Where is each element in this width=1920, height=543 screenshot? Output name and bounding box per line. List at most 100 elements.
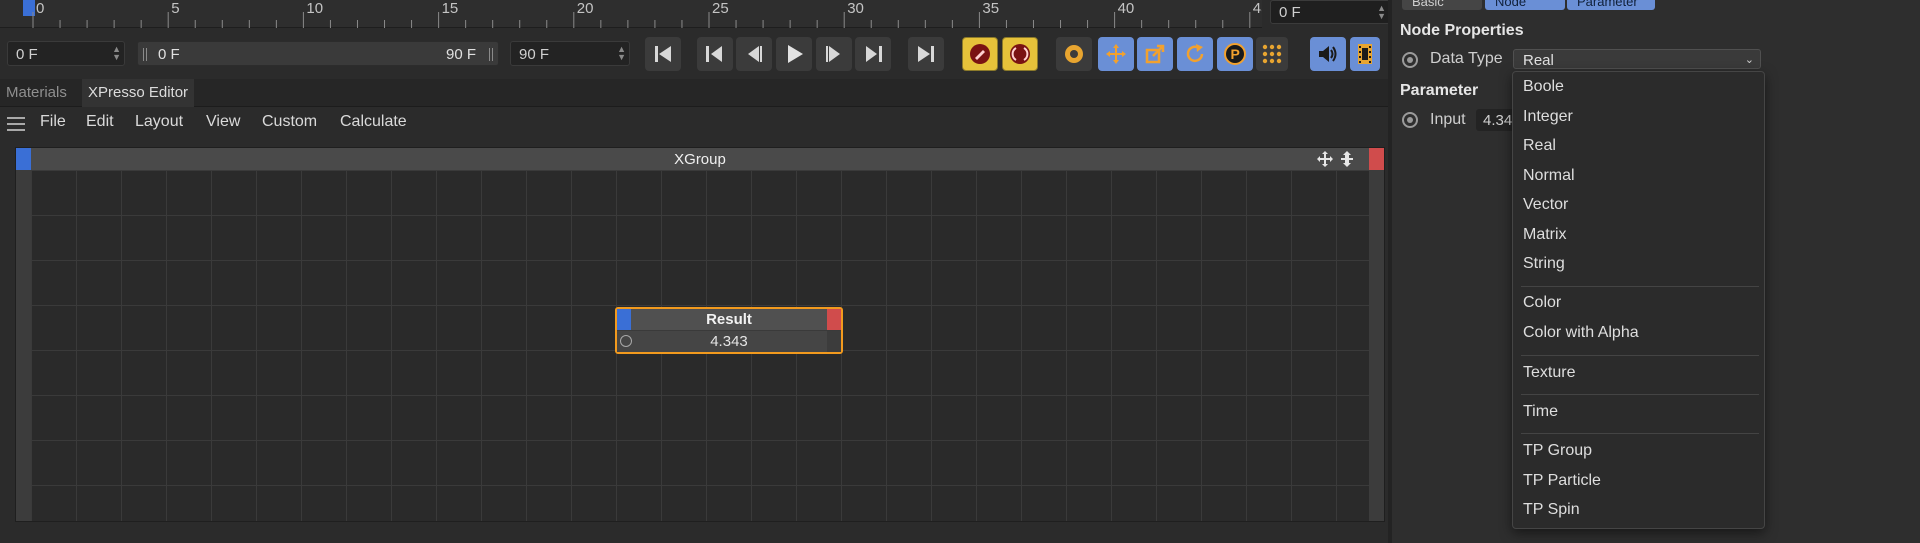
play-icon (788, 45, 803, 63)
option-boole[interactable]: Boole (1523, 78, 1564, 96)
menu-view[interactable]: View (206, 113, 240, 131)
menu-calculate[interactable]: Calculate (340, 113, 407, 131)
tab-materials[interactable]: Materials (0, 79, 73, 107)
dropdown-separator (1521, 394, 1759, 395)
tab-label: Materials (6, 84, 67, 101)
rotate-icon (1186, 44, 1204, 63)
play-button[interactable] (776, 37, 812, 71)
option-vector[interactable]: Vector (1523, 196, 1568, 214)
sound-button[interactable] (1310, 37, 1346, 71)
option-integer[interactable]: Integer (1523, 108, 1573, 126)
key-point-level-button[interactable] (1256, 37, 1288, 71)
key-rotation-button[interactable] (1177, 37, 1213, 71)
node-output-port[interactable] (827, 309, 841, 330)
input-animate-icon[interactable] (1402, 112, 1418, 128)
option-color[interactable]: Color (1523, 294, 1561, 312)
tab-parameter[interactable]: Parameter (1567, 0, 1655, 10)
ruler-tick-label: 20 (577, 0, 594, 17)
data-type-animate-icon[interactable] (1402, 52, 1418, 68)
xgroup-output-port[interactable] (1369, 148, 1384, 170)
node-properties-heading: Node Properties (1400, 22, 1524, 39)
range-start-value: 0 F (158, 46, 180, 63)
ruler-tick-label: 35 (982, 0, 999, 17)
current-frame-field[interactable]: 0 F ▲ ▼ (7, 41, 125, 66)
film-strip-icon (1358, 44, 1372, 64)
menu-edit[interactable]: Edit (86, 113, 114, 131)
ruler-tick-label: 10 (306, 0, 323, 17)
ruler-tick-label: 15 (442, 0, 459, 17)
range-end-handle[interactable] (489, 48, 493, 61)
keyframe-settings-button[interactable] (1056, 37, 1092, 71)
stepper-icon[interactable]: ▲ ▼ (112, 45, 121, 62)
xgroup-header[interactable]: XGroup (16, 148, 1384, 170)
autokey-icon (1010, 44, 1030, 64)
menu-file[interactable]: File (40, 113, 66, 131)
data-type-value: Real (1523, 52, 1554, 69)
key-parameter-button[interactable]: P (1217, 37, 1253, 71)
parameter-p-icon: P (1224, 43, 1246, 65)
result-node[interactable]: Result 4.343 (615, 307, 843, 354)
ruler-ticks: 051015202530354045505560657075808590 (23, 0, 1262, 28)
result-node-value: 4.343 (710, 333, 748, 350)
input-value-field[interactable]: 4.343 (1476, 109, 1516, 131)
dots-grid-icon (1262, 44, 1282, 64)
stepper-icon[interactable]: ▲ ▼ (1377, 4, 1386, 21)
ruler-tick-label: 40 (1118, 0, 1135, 17)
ruler-tick-label: 30 (847, 0, 864, 17)
go-to-end-icon (918, 46, 934, 62)
timeline-ruler[interactable]: 051015202530354045505560657075808590 (0, 0, 1262, 28)
move-resize-icons[interactable] (1316, 150, 1360, 168)
range-start-handle[interactable] (143, 48, 147, 61)
dropdown-separator (1521, 355, 1759, 356)
timeline-end-value: 0 F (1279, 4, 1301, 21)
key-scale-button[interactable] (1137, 37, 1173, 71)
option-normal[interactable]: Normal (1523, 167, 1575, 185)
option-tp-group[interactable]: TP Group (1523, 442, 1592, 460)
previous-key-button[interactable] (697, 37, 733, 71)
hamburger-menu-icon[interactable] (7, 117, 25, 131)
node-right-strip (827, 331, 841, 352)
frame-range-slider[interactable]: 0 F 90 F (137, 41, 499, 66)
move-arrows-icon (1106, 44, 1126, 64)
autokey-button[interactable] (1002, 37, 1038, 71)
tab-node[interactable]: Node (1485, 0, 1565, 10)
dropdown-separator (1521, 433, 1759, 434)
go-to-start-button[interactable] (645, 37, 681, 71)
stepper-icon[interactable]: ▲ ▼ (617, 45, 626, 62)
timeline-end-field[interactable]: 0 F ▲ ▼ (1270, 0, 1390, 24)
ruler-tick-label: 0 (36, 0, 44, 17)
film-button[interactable] (1350, 37, 1380, 71)
next-key-button[interactable] (855, 37, 891, 71)
option-string[interactable]: String (1523, 255, 1565, 273)
keyframe-gear-icon (1065, 45, 1083, 63)
xgroup-left-ports (16, 170, 31, 521)
record-key-icon (970, 44, 990, 64)
next-frame-button[interactable] (816, 37, 852, 71)
next-frame-icon (826, 46, 840, 62)
go-to-end-button[interactable] (908, 37, 944, 71)
option-tp-particle[interactable]: TP Particle (1523, 472, 1601, 490)
parameter-heading: Parameter (1400, 82, 1479, 99)
max-frame-value: 90 F (519, 46, 550, 63)
option-color-with-alpha[interactable]: Color with Alpha (1523, 324, 1639, 342)
option-tp-spin[interactable]: TP Spin (1523, 501, 1580, 519)
tab-basic[interactable]: Basic (1402, 0, 1482, 10)
option-matrix[interactable]: Matrix (1523, 226, 1567, 244)
record-keys-button[interactable] (962, 37, 998, 71)
xgroup-right-ports (1369, 170, 1384, 521)
editor-tabs: Materials XPresso Editor (0, 79, 1388, 107)
option-real[interactable]: Real (1523, 137, 1556, 155)
max-frame-field[interactable]: 90 F ▲ ▼ (510, 41, 630, 66)
tab-xpresso-editor[interactable]: XPresso Editor (82, 79, 195, 107)
option-time[interactable]: Time (1523, 403, 1558, 421)
data-type-select[interactable]: Real ⌄ (1513, 49, 1761, 69)
next-key-icon (866, 46, 882, 62)
key-position-button[interactable] (1098, 37, 1134, 71)
menu-layout[interactable]: Layout (135, 113, 183, 131)
menu-custom[interactable]: Custom (262, 113, 317, 131)
ruler-tick-label: 25 (712, 0, 729, 17)
option-texture[interactable]: Texture (1523, 364, 1575, 382)
chevron-down-icon: ⌄ (1744, 54, 1754, 66)
ruler-tick-label: 45 (1253, 0, 1262, 17)
previous-frame-button[interactable] (736, 37, 772, 71)
